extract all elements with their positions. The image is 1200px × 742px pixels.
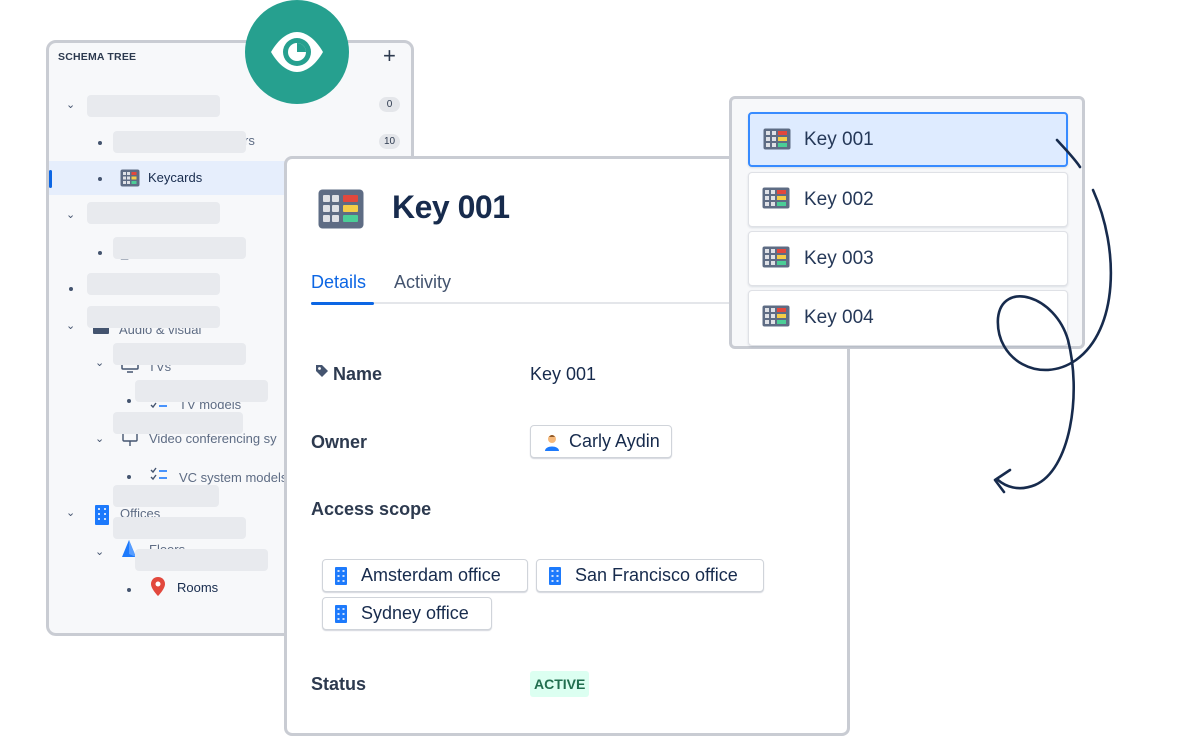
- tree-row[interactable]: ⌄ y 0: [49, 88, 411, 122]
- access-scope-label: Access scope: [311, 499, 432, 519]
- add-object-type-button[interactable]: +: [383, 45, 396, 67]
- building-icon: [335, 567, 347, 585]
- access-chip-label: Sydney office: [361, 603, 469, 623]
- owner-chip[interactable]: Carly Aydin: [530, 425, 672, 458]
- keypad-icon: [762, 246, 790, 268]
- keypad-icon: [762, 187, 790, 209]
- schema-tree-title: SCHEMA TREE: [58, 51, 137, 63]
- eye-icon: [271, 32, 323, 72]
- count-badge: 0: [379, 97, 400, 112]
- chevron-down-icon[interactable]: ⌄: [95, 432, 104, 445]
- chevron-down-icon[interactable]: ⌄: [66, 98, 75, 111]
- tree-bullet: [127, 588, 131, 592]
- tab-details[interactable]: Details: [311, 272, 366, 293]
- name-value: Key 001: [530, 364, 597, 384]
- tree-row-label: Keycards: [148, 170, 203, 185]
- blurred-label: [113, 343, 246, 365]
- building-icon: [335, 605, 347, 623]
- building-icon: [95, 505, 109, 530]
- tree-bullet: [98, 141, 102, 145]
- checklist-icon: [150, 466, 168, 487]
- keypad-icon: [763, 128, 791, 150]
- tag-icon: [315, 364, 329, 383]
- name-label: Name: [333, 364, 383, 384]
- webcam-icon: [121, 431, 139, 452]
- blurred-label: [87, 202, 220, 224]
- access-chip-san-francisco[interactable]: San Francisco office: [536, 559, 764, 592]
- active-tab-indicator: [311, 302, 374, 305]
- tree-bullet: [98, 251, 102, 255]
- key-list-item[interactable]: Key 002: [748, 172, 1068, 227]
- keypad-icon: [318, 189, 364, 234]
- key-list-item[interactable]: Key 004: [748, 290, 1068, 346]
- access-chip-label: San Francisco office: [575, 565, 738, 585]
- key-list-panel: Key 001 Key 002 Key 003 Key 004: [729, 96, 1085, 349]
- tree-bullet: [69, 287, 73, 291]
- chevron-down-icon[interactable]: ⌄: [95, 545, 104, 558]
- tab-activity[interactable]: Activity: [394, 272, 451, 293]
- tree-bullet: [98, 177, 102, 181]
- key-list-label: Key 003: [804, 248, 874, 269]
- status-badge: ACTIVE: [530, 671, 590, 697]
- key-list-label: Key 002: [804, 189, 874, 210]
- blurred-label: [135, 549, 268, 571]
- access-chip-amsterdam[interactable]: Amsterdam office: [322, 559, 528, 592]
- tree-row-fragment: VC system models: [179, 470, 288, 485]
- eye-badge: [245, 0, 349, 104]
- key-list-item[interactable]: Key 003: [748, 231, 1068, 286]
- blurred-label: [135, 380, 268, 402]
- access-chip-label: Amsterdam office: [361, 565, 501, 585]
- selection-indicator: [49, 170, 52, 188]
- blurred-label: [87, 95, 220, 117]
- owner-name: Carly Aydin: [569, 431, 660, 451]
- keypad-icon: [120, 169, 140, 192]
- blurred-label: [87, 306, 220, 328]
- chevron-down-icon[interactable]: ⌄: [66, 208, 75, 221]
- tree-row[interactable]: rs 10: [49, 125, 411, 159]
- key-list-label: Key 001: [804, 129, 874, 150]
- chevron-down-icon[interactable]: ⌄: [95, 356, 104, 369]
- blurred-label: [113, 237, 246, 259]
- access-chip-sydney[interactable]: Sydney office: [322, 597, 492, 630]
- person-icon: [545, 435, 559, 451]
- tree-bullet: [127, 475, 131, 479]
- key-list-item[interactable]: Key 001: [748, 112, 1068, 167]
- key-list-label: Key 004: [804, 307, 874, 328]
- object-title: Key 001: [392, 189, 510, 225]
- blurred-label: [113, 131, 246, 153]
- tree-bullet: [127, 399, 131, 403]
- blurred-label: [87, 273, 220, 295]
- tree-row-label: Rooms: [177, 580, 219, 595]
- keypad-icon: [762, 305, 790, 327]
- owner-label: Owner: [311, 432, 368, 452]
- chevron-down-icon[interactable]: ⌄: [66, 506, 75, 519]
- chevron-down-icon[interactable]: ⌄: [66, 319, 75, 332]
- location-pin-icon: [151, 577, 165, 602]
- count-badge: 10: [379, 134, 400, 149]
- status-label: Status: [311, 674, 367, 694]
- blurred-label: [113, 412, 243, 434]
- building-icon: [549, 567, 561, 585]
